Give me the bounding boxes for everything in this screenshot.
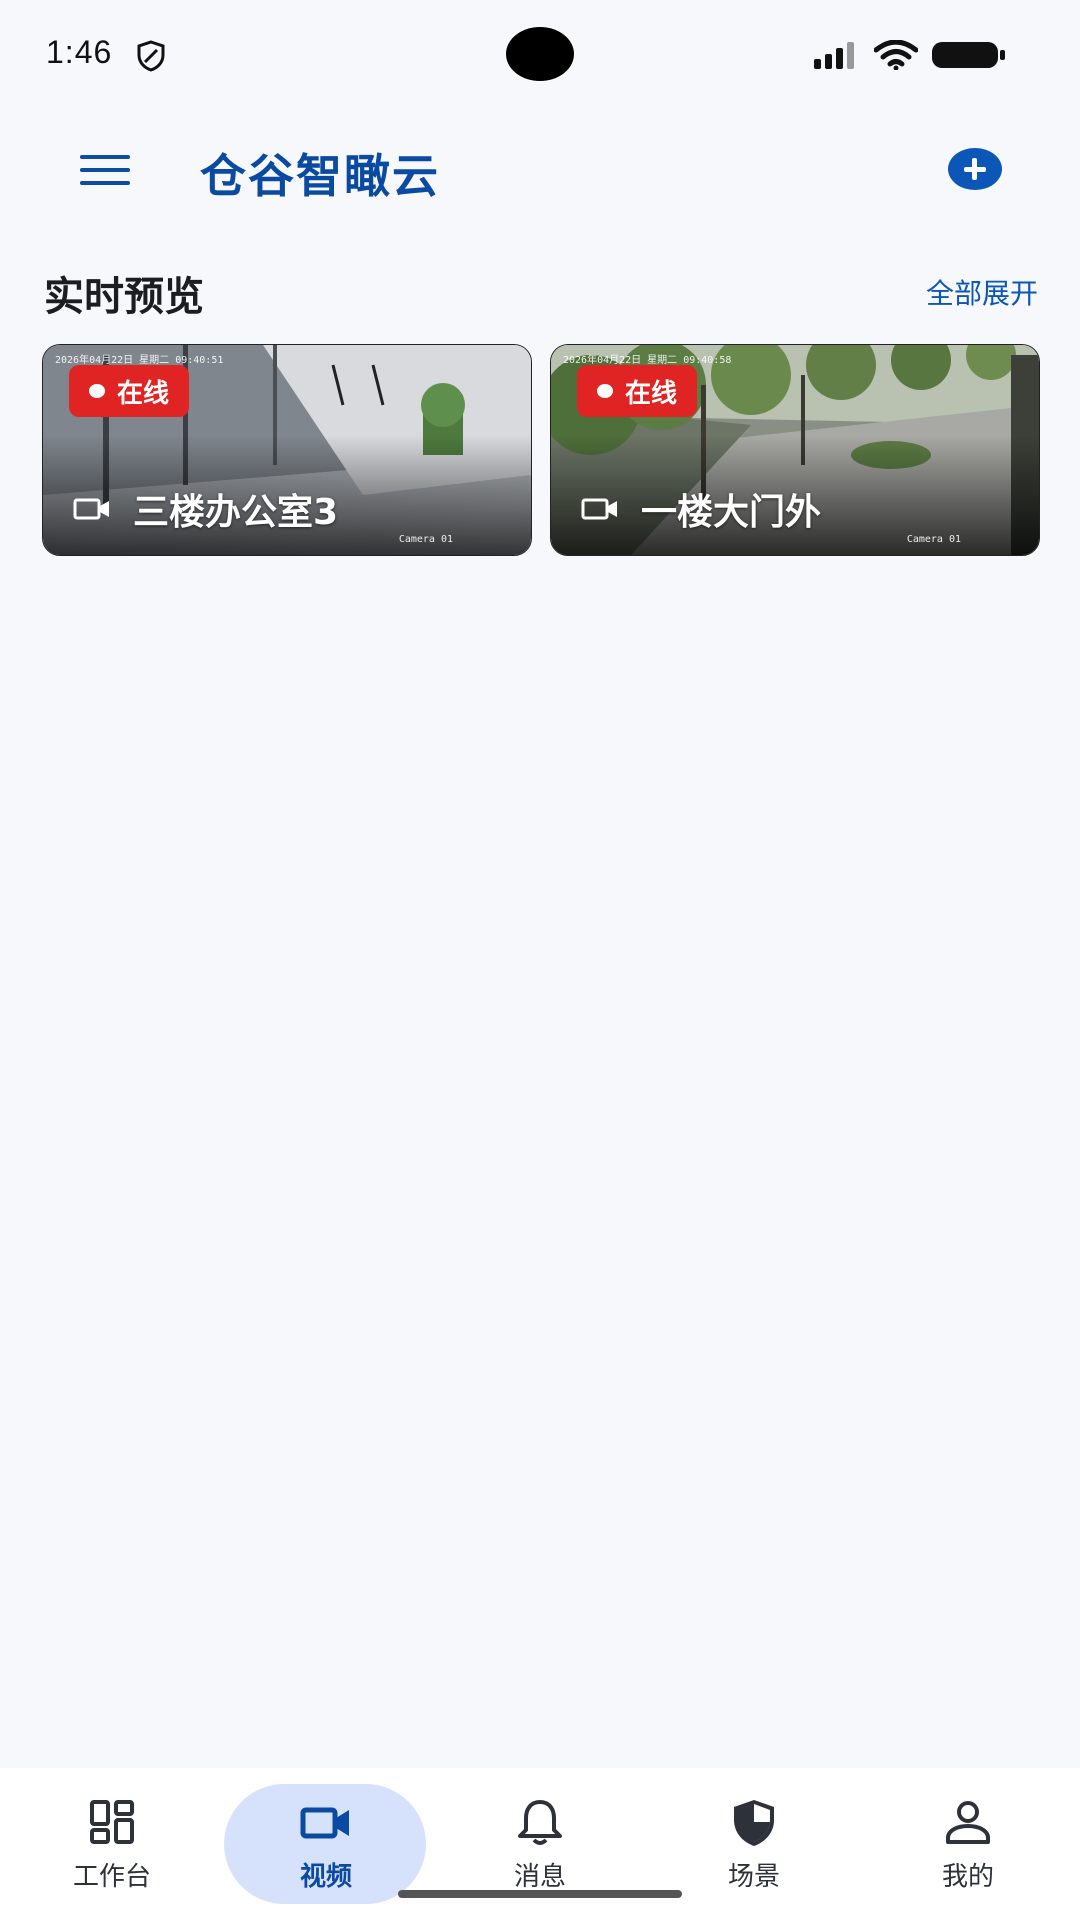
menu-button[interactable] [80, 152, 130, 188]
battery-icon [932, 42, 1005, 68]
nav-label: 视频 [299, 1862, 352, 1892]
bell-icon [518, 1800, 562, 1845]
online-status-label: 在线 [117, 378, 170, 409]
camera-osd-timestamp: 2026年04月22日 星期二 09:40:51 [55, 355, 224, 366]
online-dot-icon [597, 384, 613, 398]
camera-watermark: Camera 01 [906, 534, 961, 545]
app-header: 仓谷智瞰云 [0, 130, 1080, 210]
camera-card-gate[interactable]: 2026年04月22日 星期二 09:40:58 Camera 01 在线 一楼… [550, 344, 1040, 556]
home-indicator[interactable] [398, 1890, 682, 1898]
video-camera-icon [300, 1807, 349, 1839]
video-camera-icon [73, 498, 109, 520]
wifi-icon [874, 40, 918, 70]
camera-osd-timestamp: 2026年04月22日 星期二 09:40:58 [563, 355, 732, 366]
signal-icon [814, 42, 854, 69]
nav-label: 工作台 [72, 1862, 151, 1892]
shield-status-icon [137, 40, 165, 72]
app-screen: 1:46 仓谷智瞰云 实时预览 全部展开 2026年04月22日 星期二 09:… [0, 0, 1080, 1920]
expand-all-link[interactable]: 全部展开 [926, 272, 1038, 312]
person-icon [946, 1801, 990, 1844]
camera-name: 一楼大门外 [641, 492, 822, 533]
nav-label: 场景 [727, 1862, 780, 1892]
nav-label: 我的 [941, 1862, 994, 1892]
camera-watermark: Camera 01 [398, 534, 453, 545]
dashboard-icon [90, 1800, 134, 1844]
camera-label-row: 三楼办公室3 [73, 483, 338, 535]
app-title: 仓谷智瞰云 [200, 149, 440, 203]
status-time: 1:46 [46, 34, 113, 70]
video-camera-icon [581, 498, 617, 520]
status-bar: 1:46 [0, 0, 1080, 110]
online-dot-icon [89, 384, 105, 398]
nav-label: 消息 [513, 1862, 566, 1892]
camera-name: 三楼办公室3 [133, 492, 339, 533]
online-status-label: 在线 [625, 378, 678, 409]
add-device-button[interactable] [948, 148, 1002, 190]
online-badge: 在线 [577, 365, 698, 417]
status-icons [814, 38, 1006, 72]
online-badge: 在线 [69, 365, 190, 417]
section-title: 实时预览 [44, 274, 204, 320]
camera-label-row: 一楼大门外 [581, 483, 821, 535]
camera-card-office[interactable]: 2026年04月22日 星期二 09:40:51 Camera 01 在线 三楼… [42, 344, 532, 556]
nav-item-workbench[interactable]: 工作台 [4, 1768, 220, 1920]
nav-item-profile[interactable]: 我的 [860, 1768, 1076, 1920]
camera-cutout [506, 27, 574, 81]
shield-icon [734, 1800, 774, 1846]
